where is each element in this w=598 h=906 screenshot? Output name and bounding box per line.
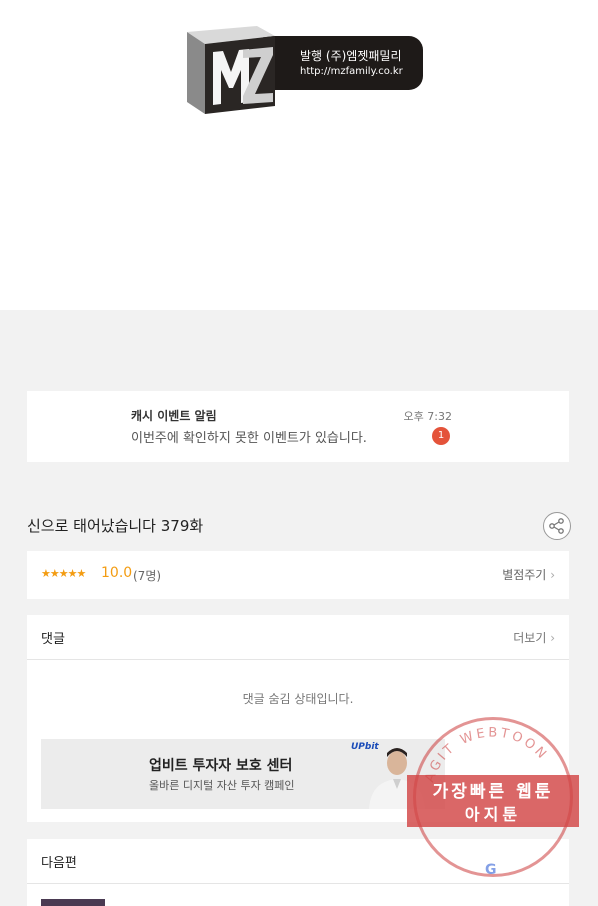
chevron-right-icon: › [550, 568, 555, 582]
more-label: 더보기 [513, 631, 547, 645]
notification-message: 이번주에 확인하지 못한 이벤트가 있습니다. [131, 431, 367, 446]
notification-badge: 1 [432, 427, 450, 445]
rating-stars: ★★★★★ [41, 567, 86, 580]
comments-section: 댓글 더보기 › 댓글 숨김 상태입니다. 업비트 투자자 보호 센터 올바른 … [27, 615, 569, 822]
publisher-logo: 발행 (주)엠젯패밀리 http://mzfamily.co.kr [183, 22, 425, 122]
share-icon [549, 518, 564, 534]
rating-score: 10.0 [101, 565, 133, 581]
comments-label: 댓글 [41, 632, 65, 647]
mz-logo-icon [187, 26, 275, 114]
next-episode-section: 다음편 [27, 839, 569, 906]
upbit-ad-banner[interactable]: 업비트 투자자 보호 센터 올바른 디지털 자산 투자 캠페인 UPbit [41, 739, 445, 809]
next-episode-thumbnail[interactable] [41, 899, 105, 906]
ad-person-image [369, 748, 425, 809]
comments-header: 댓글 더보기 › [27, 615, 569, 660]
notification-title: 캐시 이벤트 알림 [131, 409, 217, 423]
episode-title: 신으로 태어났습니다 379화 [27, 517, 204, 535]
cash-event-notification[interactable]: 캐시 이벤트 알림 이번주에 확인하지 못한 이벤트가 있습니다. 오후 7:3… [27, 391, 569, 462]
rate-label: 별점주기 [502, 568, 547, 582]
next-episode-header[interactable]: 다음편 [27, 839, 569, 884]
share-button[interactable] [543, 512, 571, 540]
ad-title: 업비트 투자자 보호 센터 [149, 758, 293, 774]
more-comments-button[interactable]: 더보기 › [513, 629, 555, 646]
ad-subtitle: 올바른 디지털 자산 투자 캠페인 [149, 779, 295, 792]
rate-button[interactable]: 별점주기 › [502, 566, 555, 583]
next-episode-label: 다음편 [41, 856, 77, 871]
chevron-right-icon: › [550, 631, 555, 645]
publisher-url: http://mzfamily.co.kr [300, 66, 403, 77]
notification-time: 오후 7:32 [403, 410, 452, 423]
rating-count: (7명) [133, 569, 162, 583]
comments-hidden-message: 댓글 숨김 상태입니다. [242, 692, 354, 706]
rating-section: ★★★★★ 10.0 (7명) 별점주기 › [27, 551, 569, 599]
publisher-name: 발행 (주)엠젯패밀리 [300, 49, 402, 63]
